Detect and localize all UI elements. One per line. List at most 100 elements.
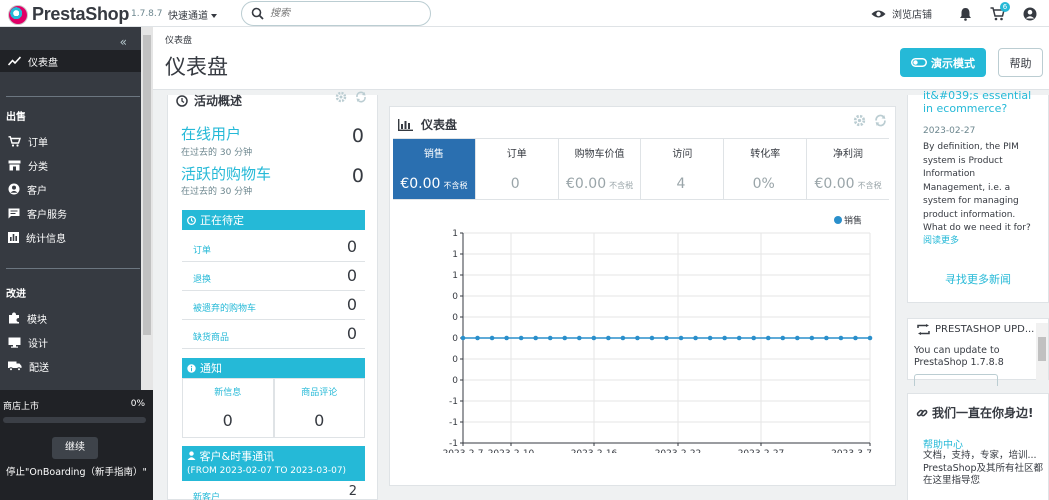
pending-row-returns[interactable]: 退换 0 — [182, 262, 365, 291]
notif-label[interactable]: 新信息 — [183, 385, 273, 398]
kpi-orders[interactable]: 订单 0 — [476, 139, 559, 199]
pending-value: 0 — [346, 266, 357, 285]
pending-label[interactable]: 缺货商品 — [193, 330, 229, 343]
kpi-visits[interactable]: 访问 4 — [641, 139, 725, 199]
toggle-icon — [911, 58, 927, 67]
new-customers-row[interactable]: 新客户 2 — [182, 482, 365, 500]
y-tick-label: -1 — [449, 418, 458, 428]
kpi-cart-value[interactable]: 购物车价值 €0.00 不含税 — [559, 139, 642, 199]
pending-label[interactable]: 订单 — [193, 243, 211, 256]
sales-data-point — [809, 335, 815, 341]
sales-data-point — [867, 335, 873, 341]
online-visitors-label[interactable]: 在线用户 — [181, 123, 241, 144]
kpi-label: 转化率 — [750, 149, 781, 160]
pending-row-abandoned-carts[interactable]: 被遗弃的购物车 0 — [182, 291, 365, 320]
sales-data-point — [751, 335, 757, 341]
y-tick-label: 1 — [452, 271, 458, 281]
sidebar-item-shipping[interactable]: 配送 — [0, 355, 141, 377]
scrollbar-thumb[interactable] — [143, 35, 151, 335]
new-customers-label[interactable]: 新客户 — [193, 490, 220, 500]
active-carts-label[interactable]: 活跃的购物车 — [181, 163, 271, 184]
demo-mode-button[interactable]: 演示模式 — [900, 48, 986, 77]
chat-icon — [8, 208, 20, 218]
page-header: 仪表盘 仪表盘 演示模式 帮助 — [153, 27, 1049, 90]
y-tick-label: -1 — [449, 397, 458, 407]
onboarding-widget: 商店上市 0% 继续 停止"OnBoarding（新手指南）" — [0, 390, 153, 500]
sales-data-point — [518, 335, 524, 341]
pending-row-orders[interactable]: 订单 0 — [182, 233, 365, 262]
gear-icon[interactable] — [853, 114, 866, 127]
help-center-link[interactable]: 帮助中心 — [923, 436, 963, 451]
search-box[interactable] — [241, 1, 431, 26]
y-tick-label: 1 — [452, 229, 458, 239]
onboarding-percent: 0% — [130, 399, 145, 409]
notif-new-messages[interactable]: 新信息 0 — [182, 378, 274, 438]
kpi-label: 净利润 — [833, 149, 864, 160]
read-more-link[interactable]: 阅读更多 — [923, 233, 959, 246]
account-button[interactable] — [1023, 7, 1037, 21]
help-button[interactable]: 帮助 — [998, 48, 1043, 77]
dashboard-tools — [853, 114, 887, 127]
customers-title-row: 客户&时事通讯 — [187, 449, 360, 464]
quick-access-dropdown[interactable]: 快速通道 — [168, 7, 217, 22]
sidebar-item-customers[interactable]: 客户 — [0, 178, 141, 200]
sales-data-point — [780, 335, 786, 341]
clock-icon — [187, 215, 196, 225]
puzzle-icon — [9, 312, 19, 324]
link-icon — [916, 409, 928, 416]
sidebar-item-stats[interactable]: 统计信息 — [0, 226, 141, 248]
kpi-sales[interactable]: 销售 €0.00 不含税 — [393, 139, 476, 199]
sidebar-section-sell: 出售 — [6, 112, 26, 123]
trend-icon — [8, 56, 21, 66]
new-customers-value: 2 — [348, 484, 357, 499]
sidebar-item-label: 客户 — [27, 185, 47, 197]
bar-chart-icon — [398, 118, 413, 131]
sidebar-section-improve: 改进 — [6, 289, 26, 300]
kpi-net-profit[interactable]: 净利润 €0.00 不含税 — [807, 139, 889, 199]
version-label: 1.7.8.7 — [131, 9, 163, 19]
sales-data-point — [489, 335, 495, 341]
stop-onboarding-link[interactable]: 停止"OnBoarding（新手指南）" — [6, 464, 147, 478]
collapse-sidebar-icon[interactable]: « — [120, 35, 127, 49]
kpi-tabs: 销售 €0.00 不含税 订单 0 购物车价值 €0.00 不含税 访问 4 转化率… — [393, 138, 889, 200]
breadcrumb[interactable]: 仪表盘 — [165, 33, 192, 46]
prestashop-logo[interactable]: PrestaShop — [8, 4, 129, 25]
continue-button[interactable]: 继续 — [52, 437, 98, 459]
sales-data-point — [547, 335, 553, 341]
refresh-icon[interactable] — [355, 91, 367, 103]
news-title-link[interactable]: it&#039;s essential in ecommerce? — [923, 89, 1043, 115]
notifications-columns: 新信息 0 商品评论 0 — [182, 378, 365, 438]
search-input[interactable] — [270, 6, 420, 21]
orders-notification-button[interactable]: 6 — [990, 1, 1010, 21]
sidebar-item-design[interactable]: 设计 — [0, 331, 141, 353]
sales-data-point — [504, 335, 509, 341]
notif-product-reviews[interactable]: 商品评论 0 — [273, 378, 365, 438]
refresh-icon[interactable] — [874, 114, 887, 127]
find-more-news-link[interactable]: 寻找更多新闻 — [908, 271, 1048, 287]
sidebar-item-dashboard[interactable]: 仪表盘 — [0, 50, 141, 72]
customers-range: (FROM 2023-02-07 TO 2023-03-07) — [187, 466, 347, 476]
sidebar-item-modules[interactable]: 模块 — [0, 307, 141, 329]
sales-data-point — [795, 335, 800, 341]
sidebar-item-orders[interactable]: 订单 — [0, 130, 141, 152]
view-shop-link[interactable]: 浏览店铺 — [871, 6, 932, 21]
sidebar-item-catalog[interactable]: 分类 — [0, 154, 141, 176]
online-visitors-sub: 在过去的 30 分钟 — [181, 148, 253, 158]
user-icon — [187, 451, 196, 460]
kpi-conversion[interactable]: 转化率 0% — [724, 139, 808, 199]
sidebar-item-label: 分类 — [28, 161, 48, 173]
sidebar-item-customer-service[interactable]: 客户服务 — [0, 202, 141, 224]
info-icon — [187, 363, 196, 373]
y-tick-label: 0 — [452, 376, 458, 386]
update-scrollbar[interactable] — [1036, 323, 1048, 380]
scrollbar-thumb[interactable] — [1038, 337, 1046, 361]
gear-icon[interactable] — [335, 91, 347, 103]
sales-data-point — [736, 335, 742, 341]
notif-label[interactable]: 商品评论 — [275, 385, 365, 398]
quick-access-label: 快速通道 — [168, 11, 208, 22]
pending-label[interactable]: 退换 — [193, 272, 211, 285]
notifications-button[interactable] — [959, 7, 972, 21]
pending-row-out-of-stock[interactable]: 缺货商品 0 — [182, 320, 365, 349]
pending-label[interactable]: 被遗弃的购物车 — [193, 301, 256, 314]
update-button[interactable] — [914, 374, 998, 386]
